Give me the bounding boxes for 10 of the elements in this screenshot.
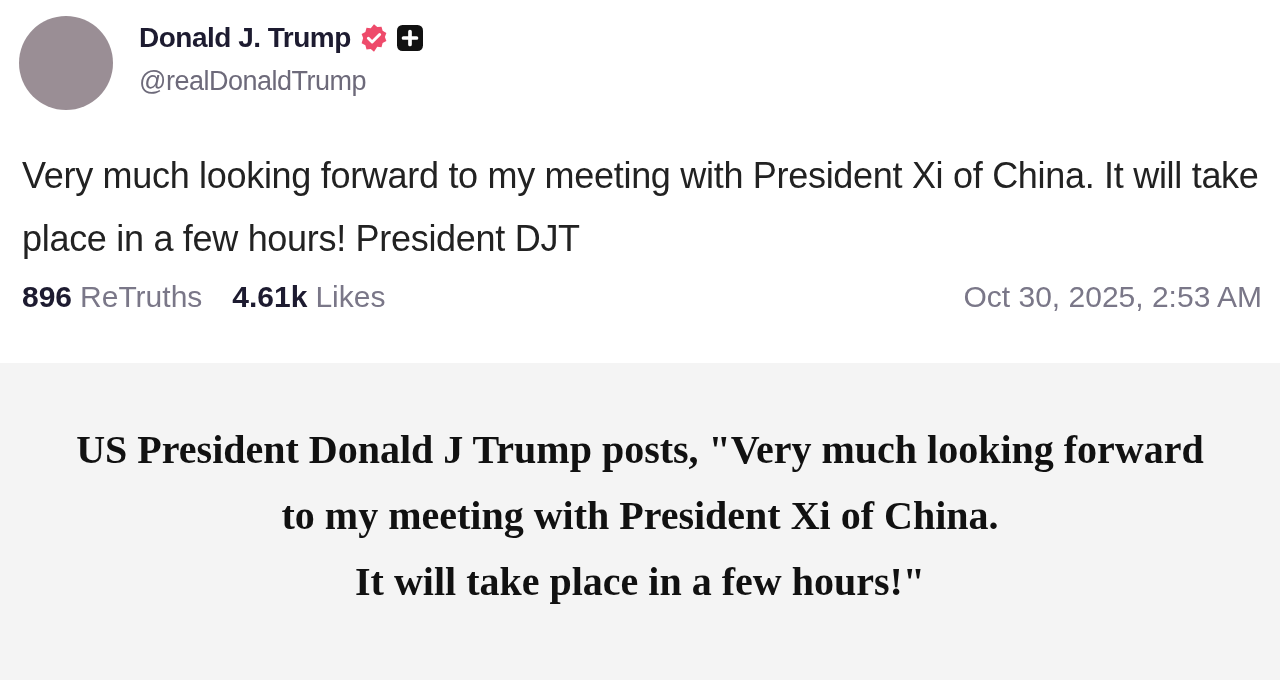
- plus-icon: [396, 25, 423, 51]
- post-timestamp: Oct 30, 2025, 2:53 AM: [963, 280, 1262, 314]
- author-handle[interactable]: @realDonaldTrump: [139, 66, 423, 97]
- stat-label: Likes: [315, 280, 386, 314]
- author-name: Donald J. Trump: [139, 22, 351, 54]
- post-text: Very much looking forward to my meeting with President Xi of China. It will take place in a few hours! President DJT: [22, 154, 1260, 261]
- stat-count: 896: [22, 280, 73, 314]
- caption-text: US President Donald J Trump posts, "Very much looking forward to my meeting with President Xi of China. It will take place in a few hours!": [76, 425, 1204, 606]
- stat-label: ReTruths: [80, 280, 203, 314]
- stat-count: 4.61k: [232, 280, 308, 314]
